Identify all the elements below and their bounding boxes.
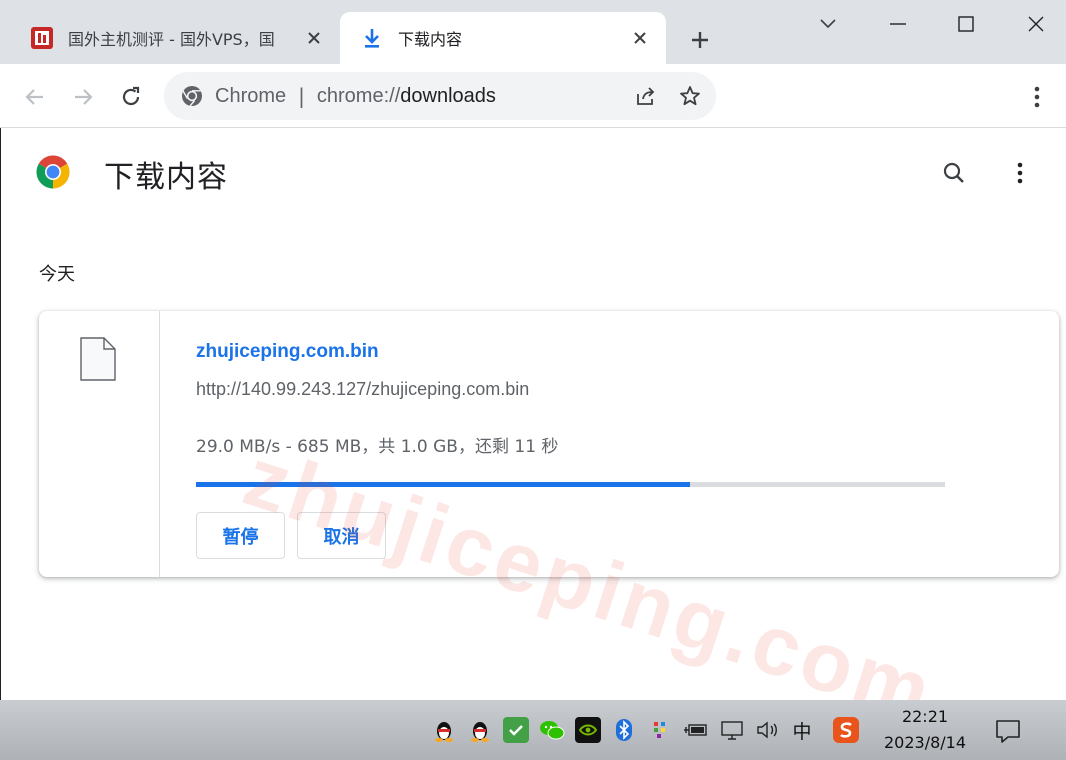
network-icon[interactable] [719,717,745,743]
url-text[interactable]: chrome://downloads [317,85,628,108]
downloads-page: 下载内容 今天 zhujiceping.com.bin http://140.9… [0,128,1066,740]
wechat-icon[interactable] [539,717,565,743]
url-scheme: chrome:// [316,84,401,107]
cancel-button[interactable]: 取消 [297,512,386,559]
file-icon [80,337,116,381]
site-name: Chrome [215,84,287,107]
close-tab-icon[interactable] [300,24,328,52]
system-clock[interactable]: 22:21 2023/8/14 [870,704,980,756]
section-date-heading: 今天 [39,264,75,285]
download-source-url[interactable]: http://140.99.243.127/zhujiceping.com.bi… [196,379,529,400]
omnibox[interactable]: Chrome | chrome://downloads [164,72,716,120]
bookmark-star-button[interactable] [672,78,708,114]
ime-indicator[interactable]: 中 [789,717,815,743]
search-downloads-button[interactable] [937,156,971,190]
vertical-dots-icon [1034,86,1040,108]
security-shield-icon[interactable] [503,717,529,743]
clock-time: 22:21 [901,707,949,726]
sogou-input-icon[interactable] [833,717,859,743]
tab-zhujiceping[interactable]: 国外主机测评 - 国外VPS，国 [10,12,340,64]
chrome-site-icon [182,86,202,107]
maximize-icon[interactable] [946,8,986,40]
tab-search-chevron-icon[interactable] [808,8,848,40]
color-app-icon[interactable] [647,717,673,743]
download-status-text: 29.0 MB/s - 685 MB，共 1.0 GB，还剩 11 秒 [196,437,559,457]
star-icon [680,86,700,106]
window-close-icon[interactable] [1016,8,1056,40]
search-icon [943,162,964,183]
download-icon-column [39,311,160,577]
close-tab-icon[interactable] [626,24,654,52]
bluetooth-icon[interactable] [611,717,637,743]
tab-downloads[interactable]: 下载内容 [340,12,666,64]
site-favicon-icon [30,26,54,50]
nvidia-icon[interactable] [575,717,601,743]
tab-title: 下载内容 [398,30,463,49]
volume-icon[interactable] [755,717,781,743]
new-tab-button[interactable] [684,24,716,56]
forward-arrow-icon [75,89,93,105]
qq-penguin-icon[interactable] [431,717,457,743]
battery-plug-icon[interactable] [683,717,709,743]
minimize-icon[interactable] [878,8,918,40]
toolbar: Chrome | chrome://downloads [0,64,1066,128]
tab-title: 国外主机测评 - 国外VPS，国 [68,30,275,49]
chrome-logo-icon [36,155,70,189]
download-icon [360,26,384,50]
reload-button[interactable] [114,80,148,114]
download-filename-link[interactable]: zhujiceping.com.bin [196,341,379,363]
url-path: downloads [400,84,496,107]
omnibox-divider: | [298,84,305,108]
share-icon [637,87,655,105]
tab-strip: 国外主机测评 - 国外VPS，国 下载内容 [0,0,1066,64]
downloads-more-button[interactable] [1003,156,1037,190]
reload-icon [122,86,140,106]
clock-date: 2023/8/14 [883,733,967,752]
download-item-card: zhujiceping.com.bin http://140.99.243.12… [39,311,1059,577]
notification-center-icon[interactable] [994,717,1022,745]
share-button[interactable] [628,78,664,114]
forward-button[interactable] [66,80,100,114]
qq-penguin-icon[interactable] [467,717,493,743]
page-title: 下载内容 [104,160,228,195]
windows-taskbar: 中 22:21 2023/8/14 [0,700,1066,760]
pause-button[interactable]: 暂停 [196,512,285,559]
back-arrow-icon [25,89,43,105]
back-button[interactable] [18,80,52,114]
vertical-dots-icon [1017,162,1023,184]
browser-menu-button[interactable] [1020,80,1054,114]
download-progress-fill [196,482,691,487]
download-progress-bar [196,482,945,487]
